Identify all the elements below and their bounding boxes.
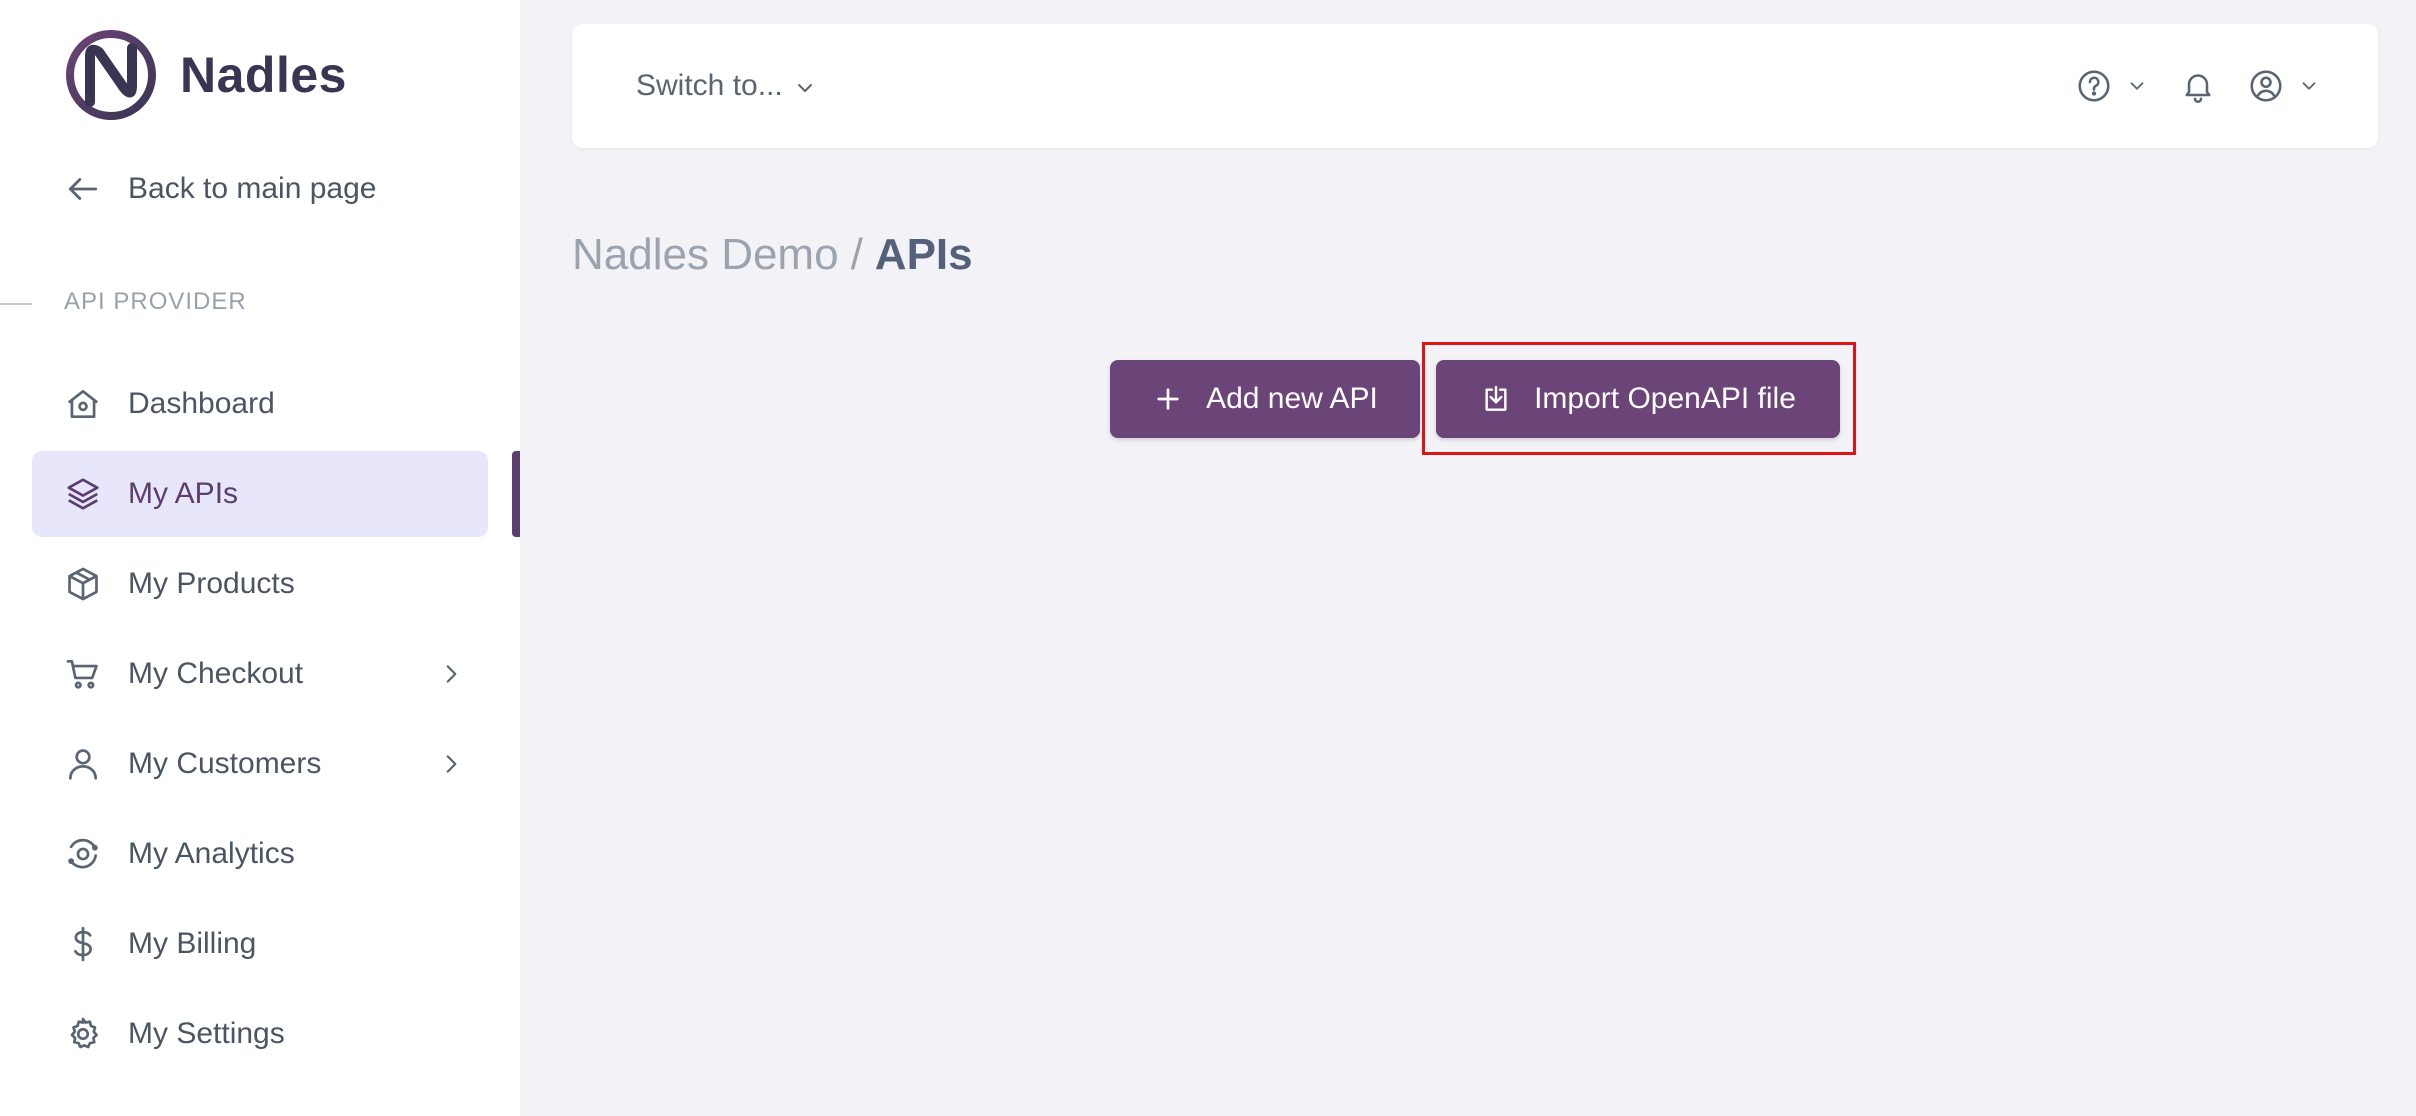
sidebar-item-dashboard[interactable]: Dashboard <box>32 361 488 447</box>
cart-icon <box>66 659 98 689</box>
section-title: API PROVIDER <box>64 288 247 315</box>
brand-logo[interactable]: Nadles <box>62 30 347 120</box>
chevron-down-icon <box>2130 82 2144 90</box>
back-link-label: Back to main page <box>128 172 377 205</box>
import-openapi-button[interactable]: Import OpenAPI file <box>1436 360 1840 438</box>
app-root: Nadles Back to main page API PROVIDER Da… <box>0 0 2416 1116</box>
sidebar-item-label: My Customers <box>128 747 322 780</box>
nadles-logo-icon <box>66 30 156 120</box>
bell-icon <box>2185 74 2211 103</box>
sidebar-item-label: My Settings <box>128 1017 285 1050</box>
sidebar-item-my-customers[interactable]: My Customers <box>32 721 488 807</box>
add-new-api-button[interactable]: Add new API <box>1110 360 1420 438</box>
download-tray-icon <box>1485 385 1507 411</box>
sidebar-item-my-checkout[interactable]: My Checkout <box>32 631 488 717</box>
chevron-right-icon[interactable] <box>438 751 464 777</box>
top-actions <box>2076 64 2320 108</box>
user-circle-icon <box>2250 70 2282 102</box>
sidebar-item-label: Dashboard <box>128 387 275 420</box>
page-title: APIs <box>874 230 973 279</box>
breadcrumb: Nadles Demo / APIs <box>572 230 973 280</box>
switch-to-dropdown[interactable]: Switch to... <box>636 62 817 110</box>
sidebar-item-label: My Checkout <box>128 657 304 690</box>
back-to-main-link[interactable]: Back to main page <box>64 162 376 216</box>
section-divider <box>0 303 32 305</box>
sidebar-item-label: My Billing <box>128 927 257 960</box>
sidebar-item-my-products[interactable]: My Products <box>32 541 488 627</box>
top-bar: Switch to... <box>572 24 2378 148</box>
breadcrumb-parent[interactable]: Nadles Demo <box>572 230 839 280</box>
sidebar-item-my-analytics[interactable]: My Analytics <box>32 811 488 897</box>
user-icon <box>68 749 98 780</box>
home-icon <box>67 389 99 419</box>
breadcrumb-separator: / <box>850 230 863 279</box>
cube-icon <box>68 567 98 601</box>
sidebar-nav: Dashboard My APIs My Products My Checkou… <box>32 361 488 1081</box>
chevron-down-icon <box>797 84 812 92</box>
sidebar-item-my-apis[interactable]: My APIs <box>32 451 488 537</box>
import-openapi-label: Import OpenAPI file <box>1534 382 1796 415</box>
switch-to-label: Switch to... <box>636 69 783 102</box>
sidebar-item-my-billing[interactable]: My Billing <box>32 901 488 987</box>
sidebar-item-label: My Analytics <box>128 837 295 870</box>
plus-icon <box>1157 388 1179 410</box>
help-icon <box>2078 70 2110 102</box>
layers-icon <box>67 478 99 510</box>
sidebar-item-label: My APIs <box>128 477 239 510</box>
help-menu[interactable] <box>2076 68 2148 104</box>
gear-icon <box>70 1017 98 1049</box>
add-new-api-label: Add new API <box>1206 382 1378 415</box>
active-nav-indicator <box>512 451 520 537</box>
sidebar-item-my-settings[interactable]: My Settings <box>32 991 488 1077</box>
dollar-icon <box>74 926 92 962</box>
chevron-down-icon <box>2302 82 2316 90</box>
user-menu[interactable] <box>2248 68 2320 104</box>
sidebar-item-label: My Products <box>128 567 295 600</box>
chevron-right-icon[interactable] <box>438 661 464 687</box>
notifications-button[interactable] <box>2180 68 2216 104</box>
analytics-icon <box>68 838 98 869</box>
brand-name: Nadles <box>180 47 347 103</box>
sidebar: Nadles Back to main page API PROVIDER Da… <box>0 0 520 1116</box>
arrow-left-icon <box>68 178 98 200</box>
